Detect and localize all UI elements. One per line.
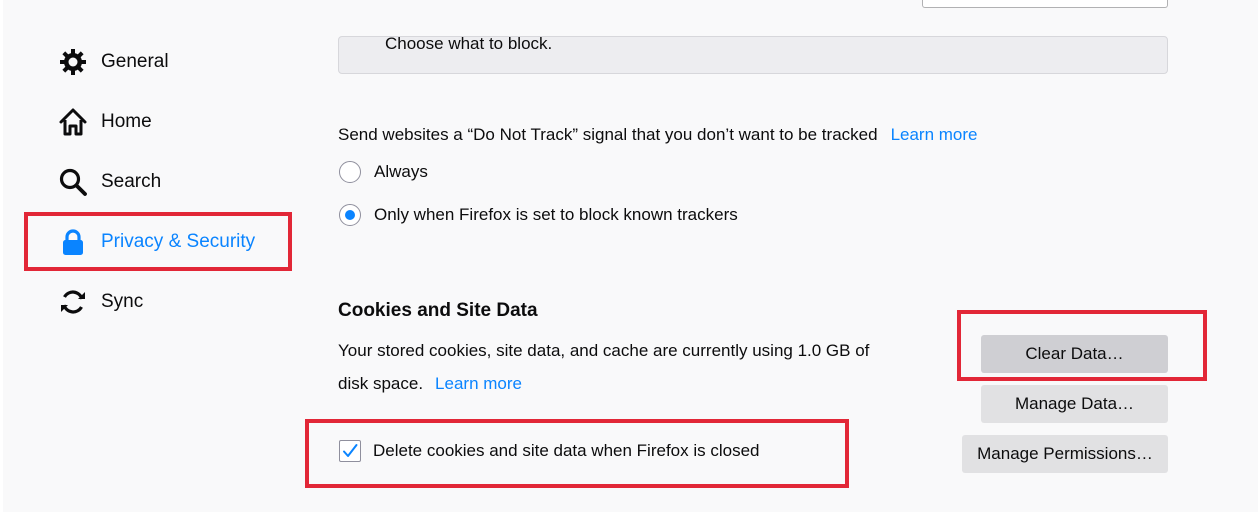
lock-icon bbox=[58, 227, 88, 257]
gear-icon bbox=[58, 47, 88, 77]
checkmark-icon bbox=[343, 444, 358, 457]
sync-icon bbox=[58, 287, 88, 317]
dnt-always-radio[interactable] bbox=[339, 161, 361, 183]
search-icon bbox=[58, 167, 88, 197]
cookies-learn-more-link[interactable]: Learn more bbox=[435, 374, 522, 393]
clear-data-button[interactable]: Clear Data… bbox=[981, 335, 1168, 373]
window-edge bbox=[0, 0, 3, 512]
delete-on-close-label[interactable]: Delete cookies and site data when Firefo… bbox=[373, 441, 759, 461]
dnt-only-when-blocking-label[interactable]: Only when Firefox is set to block known … bbox=[374, 205, 738, 225]
sidebar-item-label: General bbox=[101, 51, 169, 72]
dnt-learn-more-link[interactable]: Learn more bbox=[891, 125, 978, 144]
sidebar-item-label: Privacy & Security bbox=[101, 231, 256, 252]
sidebar-item-sync[interactable]: Sync bbox=[58, 285, 143, 319]
dnt-only-when-blocking-radio[interactable] bbox=[339, 204, 361, 226]
dnt-always-label[interactable]: Always bbox=[374, 162, 428, 182]
sidebar-item-privacy-security[interactable]: Privacy & Security bbox=[58, 225, 255, 259]
dnt-description: Send websites a “Do Not Track” signal th… bbox=[338, 125, 978, 145]
sidebar-item-general[interactable]: General bbox=[58, 45, 169, 79]
cookies-heading: Cookies and Site Data bbox=[338, 300, 538, 321]
manage-permissions-button[interactable]: Manage Permissions… bbox=[962, 435, 1168, 473]
delete-on-close-checkbox[interactable] bbox=[339, 440, 361, 462]
cookies-usage-text-end: disk space. bbox=[338, 374, 424, 393]
sidebar-item-search[interactable]: Search bbox=[58, 165, 161, 199]
sidebar-item-label: Sync bbox=[101, 291, 144, 312]
choose-what-to-block-label: Choose what to block. bbox=[385, 36, 553, 53]
sidebar-item-label: Home bbox=[101, 111, 152, 132]
cookies-usage-text-line2: disk space. Learn more bbox=[338, 374, 522, 394]
cookies-usage-text: Your stored cookies, site data, and cach… bbox=[338, 341, 870, 360]
content-blocking-panel: Choose what to block. bbox=[338, 36, 1168, 74]
sidebar-item-label: Search bbox=[101, 171, 162, 192]
home-icon bbox=[58, 107, 88, 137]
dnt-label: Send websites a “Do Not Track” signal th… bbox=[338, 125, 878, 144]
find-in-options-input[interactable] bbox=[922, 0, 1168, 8]
sidebar-item-home[interactable]: Home bbox=[58, 105, 152, 139]
manage-data-button[interactable]: Manage Data… bbox=[981, 385, 1168, 423]
